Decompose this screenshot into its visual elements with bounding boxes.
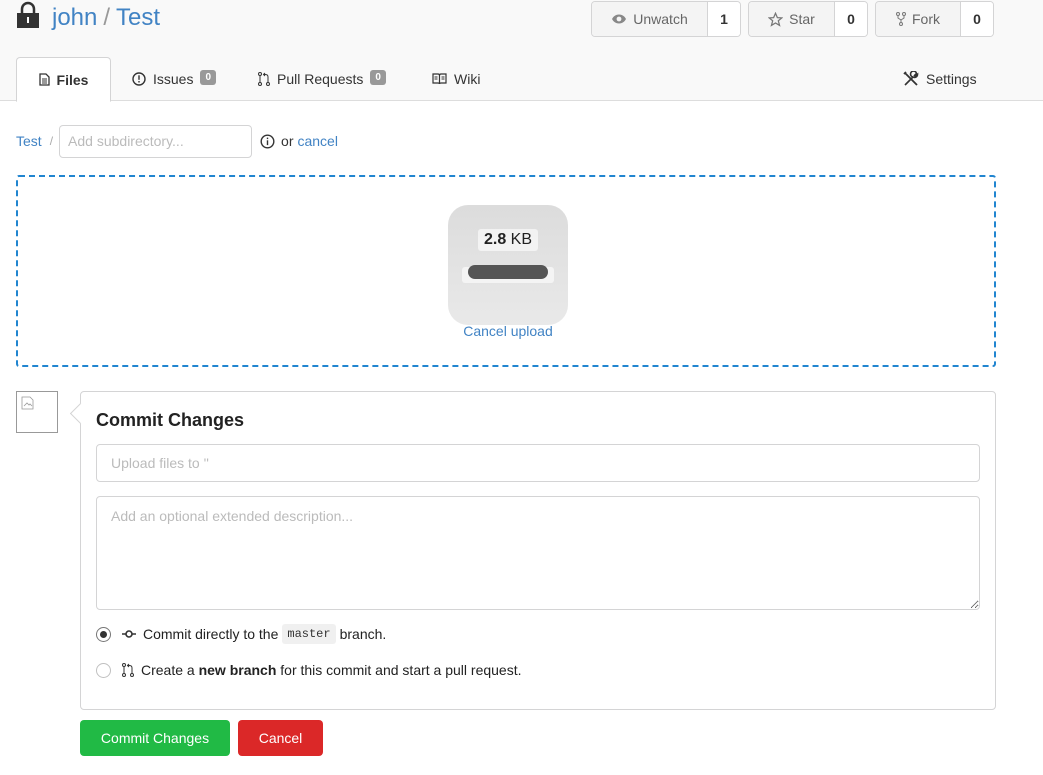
file-size: 2.8 KB <box>478 229 538 251</box>
file-size-unit: KB <box>510 231 533 248</box>
tab-pull-requests-label: Pull Requests <box>277 71 364 87</box>
new-branch-option[interactable]: Create a new branch for this commit and … <box>96 660 522 680</box>
tab-pull-requests[interactable]: Pull Requests 0 <box>258 57 386 101</box>
breadcrumb-divider: / <box>49 134 54 148</box>
new-branch-text-before: Create a <box>141 662 195 678</box>
tab-settings-label: Settings <box>926 71 977 87</box>
commit-form-title: Commit Changes <box>96 410 245 430</box>
broken-image-icon <box>21 396 34 410</box>
file-size-value: 2.8 <box>483 231 507 248</box>
upload-progress-bar <box>468 265 548 279</box>
issue-icon <box>132 72 146 86</box>
file-dropzone[interactable]: 2.8 KB Cancel upload <box>16 175 996 367</box>
upload-path-breadcrumb: Test / or cancel <box>16 124 338 158</box>
pull-requests-count-badge: 0 <box>370 69 386 85</box>
fork-label: Fork <box>912 11 940 27</box>
cancel-button[interactable]: Cancel <box>238 720 323 756</box>
pull-request-icon <box>122 663 134 677</box>
cancel-upload-link[interactable]: Cancel upload <box>18 323 998 339</box>
commit-form: Commit Changes Commit directly to the ma… <box>80 391 996 710</box>
repo-title: john / Test <box>52 4 160 32</box>
fork-button[interactable]: Fork <box>876 2 961 36</box>
star-button-group: Star 0 <box>748 1 868 37</box>
star-icon <box>768 11 784 27</box>
book-icon <box>432 73 447 85</box>
issues-count-badge: 0 <box>200 69 217 85</box>
fork-button-group: Fork 0 <box>875 1 994 37</box>
tools-icon <box>903 71 919 86</box>
branch-name: master <box>282 624 336 644</box>
forks-count[interactable]: 0 <box>961 2 993 36</box>
commit-direct-text-before: Commit directly to the <box>143 626 279 642</box>
repo-owner-link[interactable]: john <box>52 4 97 31</box>
cancel-link[interactable]: cancel <box>297 133 337 149</box>
file-icon <box>38 73 50 86</box>
new-branch-text-after: for this commit and start a pull request… <box>280 662 522 678</box>
subdirectory-input[interactable] <box>59 124 253 158</box>
unwatch-button[interactable]: Unwatch <box>592 2 708 36</box>
repo-header: john / Test Unwatch 1 Star 0 Fork 0 Files … <box>0 0 1043 102</box>
new-branch-text-strong: new branch <box>198 662 277 678</box>
commit-description-input[interactable] <box>96 496 980 610</box>
watchers-count[interactable]: 1 <box>708 2 740 36</box>
star-label: Star <box>789 11 815 27</box>
star-button[interactable]: Star <box>749 2 835 36</box>
repo-name-link[interactable]: Test <box>116 4 160 31</box>
tab-wiki-label: Wiki <box>454 71 481 87</box>
fork-icon <box>896 12 906 26</box>
tab-issues-label: Issues <box>153 71 194 87</box>
pull-request-icon <box>258 72 270 86</box>
breadcrumb-repo-root[interactable]: Test <box>16 133 42 149</box>
info-icon[interactable] <box>260 133 275 149</box>
lock-icon <box>17 1 39 28</box>
tab-files[interactable]: Files <box>16 57 111 102</box>
repo-title-separator: / <box>103 4 111 31</box>
commit-changes-button[interactable]: Commit Changes <box>80 720 230 756</box>
file-preview: 2.8 KB <box>448 205 568 325</box>
avatar <box>16 391 58 433</box>
or-text: or <box>281 133 294 149</box>
commit-direct-text-after: branch. <box>339 626 387 642</box>
commit-direct-radio[interactable] <box>96 626 111 642</box>
new-branch-radio[interactable] <box>96 662 111 678</box>
stars-count[interactable]: 0 <box>835 2 867 36</box>
tab-files-label: Files <box>56 71 89 88</box>
commit-icon <box>122 630 136 638</box>
tab-settings[interactable]: Settings <box>903 57 977 101</box>
unwatch-label: Unwatch <box>633 11 688 27</box>
tab-issues[interactable]: Issues 0 <box>132 57 217 101</box>
eye-icon <box>612 14 627 24</box>
commit-summary-input[interactable] <box>96 444 980 482</box>
tab-wiki[interactable]: Wiki <box>432 57 480 101</box>
commit-direct-option[interactable]: Commit directly to the master branch. <box>96 624 386 644</box>
watch-button-group: Unwatch 1 <box>591 1 741 37</box>
